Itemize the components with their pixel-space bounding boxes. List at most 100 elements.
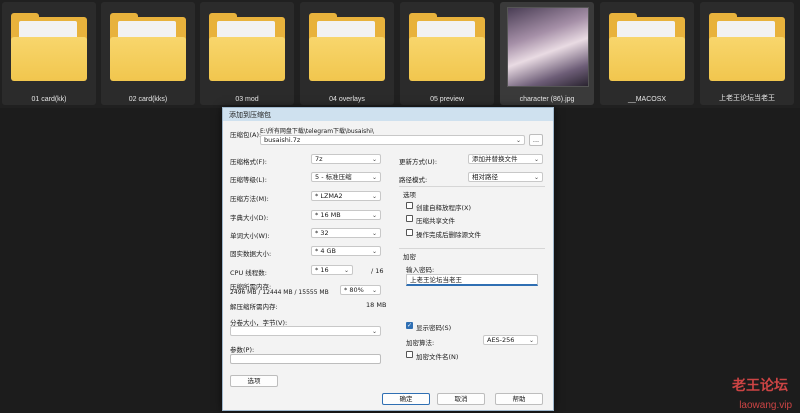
method-label: 压缩方法(M): bbox=[230, 195, 269, 203]
show-password-label: 显示密码(S) bbox=[416, 324, 452, 332]
solid-value: * 4 GB bbox=[315, 247, 337, 255]
format-select[interactable]: 7z ⌄ bbox=[311, 154, 381, 164]
chevron-down-icon: ⌄ bbox=[528, 337, 534, 344]
folder-03-mod[interactable]: 03 mod bbox=[200, 2, 294, 105]
dict-select[interactable]: * 16 MB ⌄ bbox=[311, 210, 381, 220]
image-character-86[interactable]: character (86).jpg bbox=[500, 2, 594, 105]
folder-icon bbox=[709, 13, 785, 81]
update-value: 添加并替换文件 bbox=[472, 155, 518, 163]
chevron-down-icon: ⌄ bbox=[371, 174, 377, 181]
folder-laowang[interactable]: 上老王论坛当老王 bbox=[700, 2, 794, 105]
solid-label: 固实数据大小: bbox=[230, 250, 272, 258]
chevron-down-icon: ⌄ bbox=[343, 267, 349, 274]
pathmode-label: 路径模式: bbox=[399, 176, 428, 184]
level-value: 5 - 标准压缩 bbox=[315, 173, 352, 181]
options-title: 选项 bbox=[403, 191, 416, 199]
shared-checkbox[interactable] bbox=[406, 215, 413, 222]
dialog-title: 添加到压缩包 bbox=[229, 111, 271, 119]
shared-label: 压缩共享文件 bbox=[416, 217, 455, 225]
params-input[interactable] bbox=[230, 354, 381, 364]
memory-detail: 2496 MB / 12444 MB / 15555 MB bbox=[230, 289, 329, 296]
threads-label: CPU 线程数: bbox=[230, 269, 267, 277]
archive-name-combo[interactable]: busaishi.7z ⌄ bbox=[260, 135, 525, 145]
method-select[interactable]: * LZMA2 ⌄ bbox=[311, 191, 381, 201]
folder-icon bbox=[609, 13, 685, 81]
folder-icon bbox=[209, 13, 285, 81]
folder-05-preview[interactable]: 05 preview bbox=[400, 2, 494, 105]
threads-select[interactable]: * 16 ⌄ bbox=[311, 265, 353, 275]
method-value: * LZMA2 bbox=[315, 192, 343, 200]
browse-button[interactable]: ... bbox=[529, 134, 543, 146]
sfx-label: 创建自释放程序(X) bbox=[416, 204, 472, 212]
decomp-label: 解压缩所需内存: bbox=[230, 303, 278, 311]
file-label: 03 mod bbox=[235, 96, 259, 103]
update-select[interactable]: 添加并替换文件 ⌄ bbox=[468, 154, 543, 164]
chevron-down-icon: ⌄ bbox=[371, 287, 377, 294]
cancel-button[interactable]: 取消 bbox=[437, 393, 485, 405]
archive-label: 压缩包(A): bbox=[230, 131, 262, 139]
show-password-checkbox[interactable]: ✓ bbox=[406, 322, 413, 329]
file-explorer-strip: 01 card(kk) 02 card(kks) 03 mod 04 overl… bbox=[0, 0, 800, 108]
memory-select[interactable]: * 80% ⌄ bbox=[340, 285, 381, 295]
folder-macosx[interactable]: __MACOSX bbox=[600, 2, 694, 105]
pathmode-select[interactable]: 相对路径 ⌄ bbox=[468, 172, 543, 182]
chevron-down-icon: ⌄ bbox=[371, 193, 377, 200]
word-label: 单词大小(W): bbox=[230, 232, 270, 240]
dict-value: * 16 MB bbox=[315, 211, 341, 219]
help-button[interactable]: 帮助 bbox=[495, 393, 543, 405]
solid-select[interactable]: * 4 GB ⌄ bbox=[311, 246, 381, 256]
password-input[interactable]: 上老王论坛当老王 bbox=[406, 274, 538, 286]
file-label: character (86).jpg bbox=[519, 96, 575, 103]
folder-04-overlays[interactable]: 04 overlays bbox=[300, 2, 394, 105]
encrypt-names-checkbox[interactable] bbox=[406, 351, 413, 358]
enc-method-label: 加密算法: bbox=[406, 339, 435, 347]
folder-icon bbox=[110, 13, 186, 81]
archive-path: E:\所有网盘下载\telegram下载\busaishi\ bbox=[260, 128, 374, 135]
watermark-url: laowang.vip bbox=[739, 400, 792, 411]
archive-name-value: busaishi.7z bbox=[264, 136, 301, 144]
chevron-down-icon: ⌄ bbox=[515, 137, 521, 144]
chevron-down-icon: ⌄ bbox=[533, 156, 539, 163]
watermark-title: 老王论坛 bbox=[732, 378, 788, 394]
params-label: 参数(P): bbox=[230, 346, 255, 354]
enc-method-select[interactable]: AES-256 ⌄ bbox=[483, 335, 538, 345]
file-label: __MACOSX bbox=[627, 96, 667, 103]
dialog-titlebar[interactable]: 添加到压缩包 bbox=[223, 108, 553, 121]
enc-method-value: AES-256 bbox=[487, 336, 515, 344]
file-label: 02 card(kks) bbox=[128, 96, 168, 103]
level-label: 压缩等级(L): bbox=[230, 176, 267, 184]
threads-max: / 16 bbox=[371, 267, 384, 275]
level-select[interactable]: 5 - 标准压缩 ⌄ bbox=[311, 172, 381, 182]
add-to-archive-dialog: 添加到压缩包 压缩包(A): E:\所有网盘下载\telegram下载\busa… bbox=[222, 107, 554, 411]
file-label: 01 card(kk) bbox=[31, 96, 67, 103]
chevron-down-icon: ⌄ bbox=[371, 212, 377, 219]
folder-01-card-kk[interactable]: 01 card(kk) bbox=[2, 2, 96, 105]
folder-icon bbox=[309, 13, 385, 81]
file-label: 上老王论坛当老王 bbox=[719, 95, 775, 102]
ok-button[interactable]: 确定 bbox=[382, 393, 430, 405]
chevron-down-icon: ⌄ bbox=[371, 328, 377, 335]
chevron-down-icon: ⌄ bbox=[371, 230, 377, 237]
image-thumbnail bbox=[507, 7, 589, 87]
delete-checkbox[interactable] bbox=[406, 229, 413, 236]
delete-label: 操作完成后删除源文件 bbox=[416, 231, 481, 239]
password-label: 输入密码: bbox=[406, 266, 435, 274]
memory-value: * 80% bbox=[344, 286, 364, 294]
update-label: 更新方式(U): bbox=[399, 158, 438, 166]
split-select[interactable]: ⌄ bbox=[230, 326, 381, 336]
options-button[interactable]: 选项 bbox=[230, 375, 278, 387]
format-value: 7z bbox=[315, 155, 323, 163]
decomp-value: 18 MB bbox=[366, 301, 387, 309]
options-group bbox=[399, 186, 545, 187]
encryption-title: 加密 bbox=[403, 253, 416, 261]
word-select[interactable]: * 32 ⌄ bbox=[311, 228, 381, 238]
chevron-down-icon: ⌄ bbox=[371, 156, 377, 163]
folder-02-card-kks[interactable]: 02 card(kks) bbox=[101, 2, 195, 105]
pathmode-value: 相对路径 bbox=[472, 173, 498, 181]
chevron-down-icon: ⌄ bbox=[371, 248, 377, 255]
sfx-checkbox[interactable] bbox=[406, 202, 413, 209]
file-label: 04 overlays bbox=[329, 96, 365, 103]
file-label: 05 preview bbox=[430, 96, 464, 103]
format-label: 压缩格式(F): bbox=[230, 158, 268, 166]
chevron-down-icon: ⌄ bbox=[533, 174, 539, 181]
